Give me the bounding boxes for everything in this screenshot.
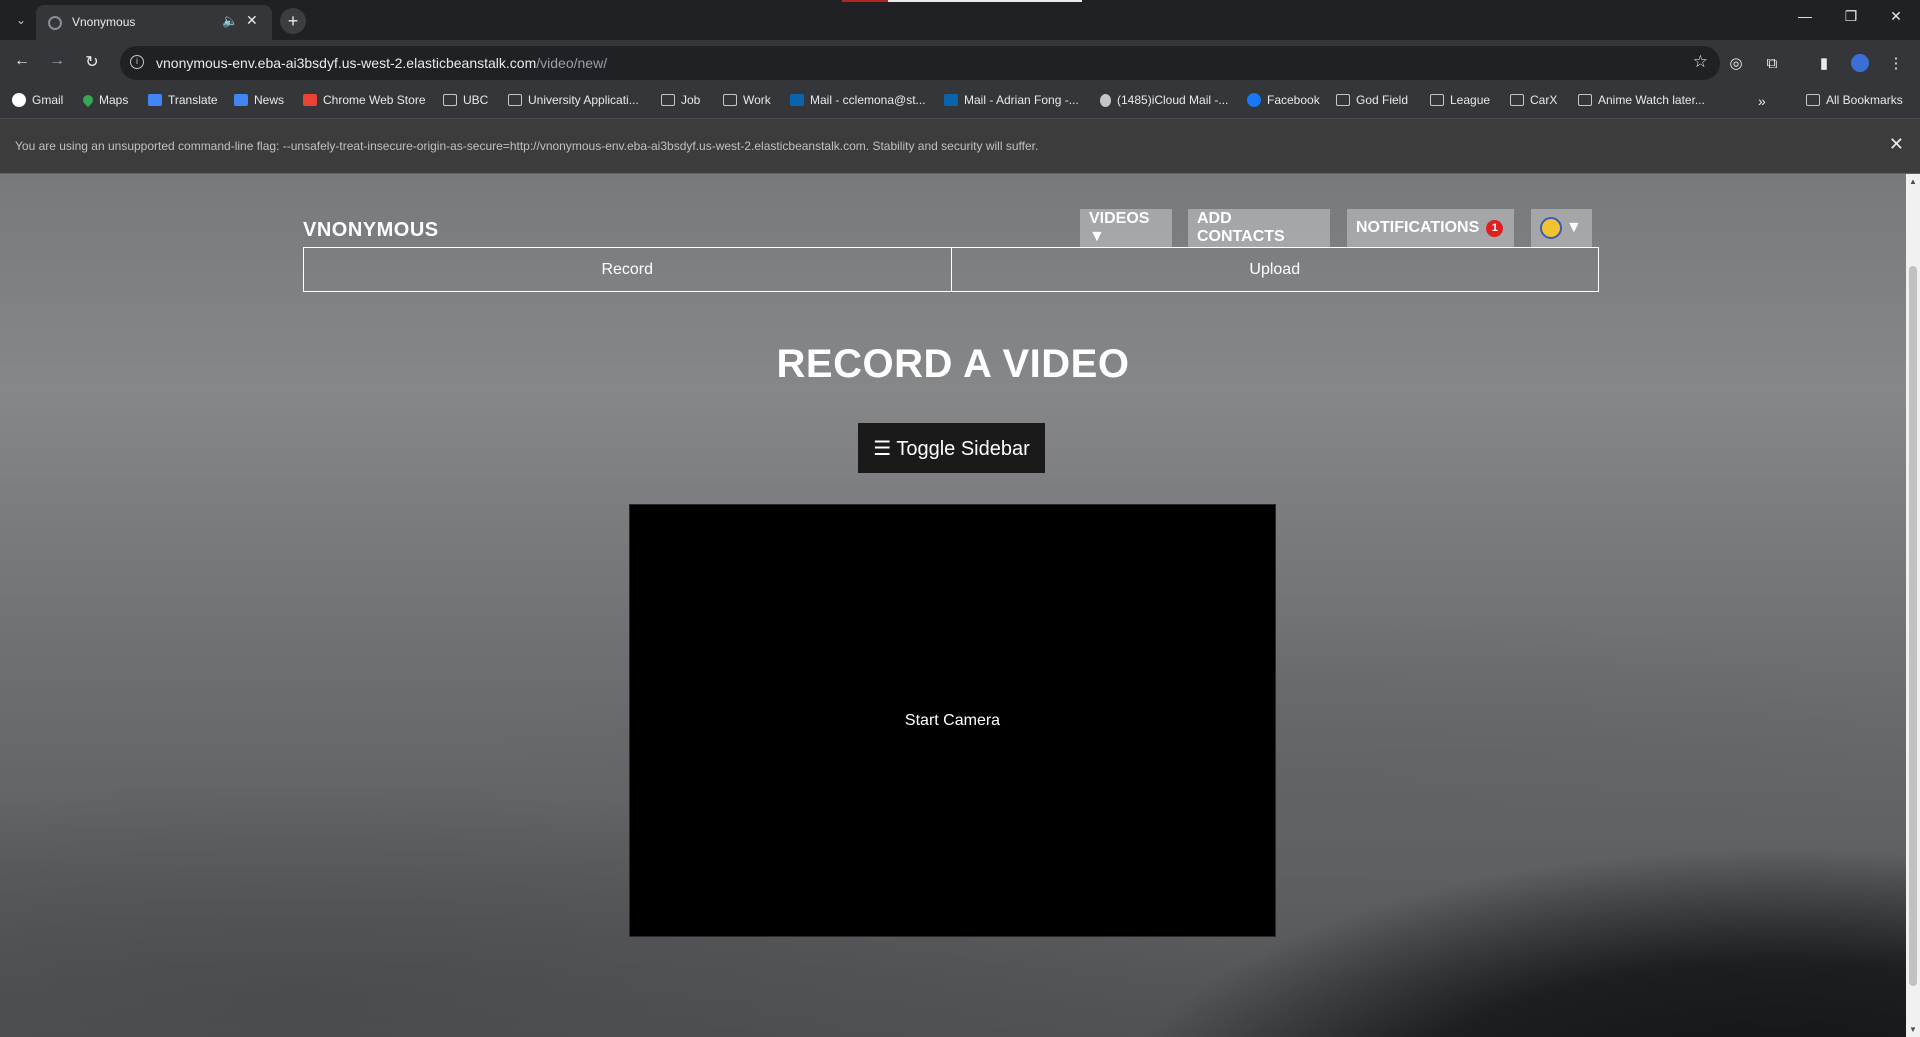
infobar-close-icon[interactable]: ✕ xyxy=(1889,134,1904,155)
tab-record[interactable]: Record xyxy=(303,247,952,292)
facebook-icon xyxy=(1247,93,1261,107)
tab-title: Vnonymous xyxy=(72,15,136,29)
tab-search-chevron-icon[interactable]: ⌄ xyxy=(10,9,32,31)
tab-favicon-icon xyxy=(48,16,62,30)
folder-icon xyxy=(443,94,457,106)
window-close-icon[interactable]: ✕ xyxy=(1881,8,1911,25)
site-info-icon[interactable]: i xyxy=(130,55,144,69)
bookmark-job[interactable]: Job xyxy=(661,93,700,107)
bookmark-league[interactable]: League xyxy=(1430,93,1490,107)
record-upload-tabs: Record Upload xyxy=(303,247,1599,292)
tab-strip: ⌄ Vnonymous 🔈 ✕ + — ❐ ✕ xyxy=(0,0,1920,40)
web-store-icon xyxy=(303,94,317,106)
bookmark-university-applications[interactable]: University Applicati... xyxy=(508,93,639,107)
apple-icon xyxy=(1100,93,1111,107)
nav-videos-dropdown[interactable]: VIDEOS ▼ xyxy=(1080,209,1172,247)
translate-icon xyxy=(148,94,162,106)
bookmark-mail-adrian-fong[interactable]: Mail - Adrian Fong -... xyxy=(944,93,1079,107)
side-panel-icon[interactable]: ▮ xyxy=(1812,51,1836,75)
back-arrow-icon[interactable]: ← xyxy=(10,52,34,70)
new-tab-button[interactable]: + xyxy=(280,8,306,34)
page-title: RECORD A VIDEO xyxy=(776,342,1130,386)
folder-icon xyxy=(1430,94,1444,106)
bookmark-gmail[interactable]: Gmail xyxy=(12,93,63,107)
folder-icon xyxy=(661,94,675,106)
bookmark-maps[interactable]: Maps xyxy=(80,92,128,108)
maps-pin-icon xyxy=(80,92,96,108)
address-bar[interactable]: i vnonymous-env.eba-ai3bsdyf.us-west-2.e… xyxy=(120,46,1720,80)
bookmark-mail-cclemona[interactable]: Mail - cclemona@st... xyxy=(790,93,926,107)
folder-icon xyxy=(1336,94,1350,106)
bookmark-ubc[interactable]: UBC xyxy=(443,93,488,107)
bookmark-carx[interactable]: CarX xyxy=(1510,93,1557,107)
forward-arrow-icon[interactable]: → xyxy=(45,52,69,70)
page-scrollbar[interactable]: ▲ ▼ xyxy=(1906,174,1920,1037)
bookmark-star-icon[interactable]: ☆ xyxy=(1693,52,1708,72)
google-icon xyxy=(12,93,26,107)
minimize-icon[interactable]: — xyxy=(1790,8,1820,24)
bookmarks-bar: Gmail Maps Translate News Chrome Web Sto… xyxy=(0,86,1920,119)
scroll-down-arrow-icon[interactable]: ▼ xyxy=(1909,1025,1917,1034)
news-icon xyxy=(234,94,248,106)
loading-bar-accent xyxy=(842,0,888,2)
bookmark-chrome-web-store[interactable]: Chrome Web Store xyxy=(303,93,426,107)
folder-icon xyxy=(508,94,522,106)
start-camera-button[interactable]: Start Camera xyxy=(630,712,1275,730)
bookmark-anime-watch-later[interactable]: Anime Watch later... xyxy=(1578,93,1705,107)
restore-icon[interactable]: ❐ xyxy=(1836,8,1866,25)
extensions-puzzle-icon[interactable]: ⧉ xyxy=(1760,51,1784,75)
profile-caret-icon: ▼ xyxy=(1566,219,1582,236)
folder-icon xyxy=(1806,94,1820,106)
profile-avatar-icon[interactable] xyxy=(1848,51,1872,75)
toggle-sidebar-button[interactable]: ☰ Toggle Sidebar xyxy=(858,423,1045,473)
url-path: /video/new/ xyxy=(536,55,608,71)
bookmarks-overflow-chevron-icon[interactable]: » xyxy=(1758,93,1766,109)
bookmark-icloud-mail[interactable]: (1485)iCloud Mail -... xyxy=(1100,93,1228,107)
tab-close-icon[interactable]: ✕ xyxy=(246,12,258,29)
infobar-message: You are using an unsupported command-lin… xyxy=(15,139,1039,153)
outlook-icon xyxy=(944,94,958,106)
page-viewport: VNONYMOUS VIDEOS ▼ ADD CONTACTS NOTIFICA… xyxy=(0,174,1906,1037)
speaker-icon[interactable]: 🔈 xyxy=(222,13,238,29)
scroll-up-arrow-icon[interactable]: ▲ xyxy=(1909,177,1917,186)
url-host: vnonymous-env.eba-ai3bsdyf.us-west-2.ela… xyxy=(156,55,537,71)
nav-notifications[interactable]: NOTIFICATIONS 1 xyxy=(1347,209,1514,247)
notifications-label: NOTIFICATIONS xyxy=(1356,219,1480,236)
user-avatar-icon xyxy=(1540,217,1562,239)
incognito-glasses-icon[interactable]: ◎ xyxy=(1724,51,1748,75)
unsupported-flag-infobar: You are using an unsupported command-lin… xyxy=(0,119,1920,174)
video-preview[interactable]: Start Camera xyxy=(629,504,1276,937)
browser-toolbar: ← → ↻ i vnonymous-env.eba-ai3bsdyf.us-we… xyxy=(0,40,1920,86)
folder-icon xyxy=(1578,94,1592,106)
bookmark-work[interactable]: Work xyxy=(723,93,771,107)
browser-menu-icon[interactable]: ⋮ xyxy=(1884,51,1908,75)
url-text[interactable]: vnonymous-env.eba-ai3bsdyf.us-west-2.ela… xyxy=(156,55,607,71)
nav-add-contacts[interactable]: ADD CONTACTS xyxy=(1188,209,1330,247)
tab-upload[interactable]: Upload xyxy=(951,247,1599,292)
folder-icon xyxy=(723,94,737,106)
bookmark-facebook[interactable]: Facebook xyxy=(1247,93,1320,107)
browser-tab[interactable]: Vnonymous 🔈 ✕ xyxy=(36,5,272,40)
bookmark-god-field[interactable]: God Field xyxy=(1336,93,1408,107)
scrollbar-thumb[interactable] xyxy=(1909,266,1917,986)
outlook-icon xyxy=(790,94,804,106)
folder-icon xyxy=(1510,94,1524,106)
notification-count-badge: 1 xyxy=(1486,219,1504,237)
nav-profile-dropdown[interactable]: ▼ xyxy=(1531,209,1592,247)
all-bookmarks-button[interactable]: All Bookmarks xyxy=(1806,93,1903,107)
bookmark-translate[interactable]: Translate xyxy=(148,93,218,107)
reload-icon[interactable]: ↻ xyxy=(80,52,104,72)
site-brand[interactable]: VNONYMOUS xyxy=(303,219,439,242)
bookmark-news[interactable]: News xyxy=(234,93,284,107)
